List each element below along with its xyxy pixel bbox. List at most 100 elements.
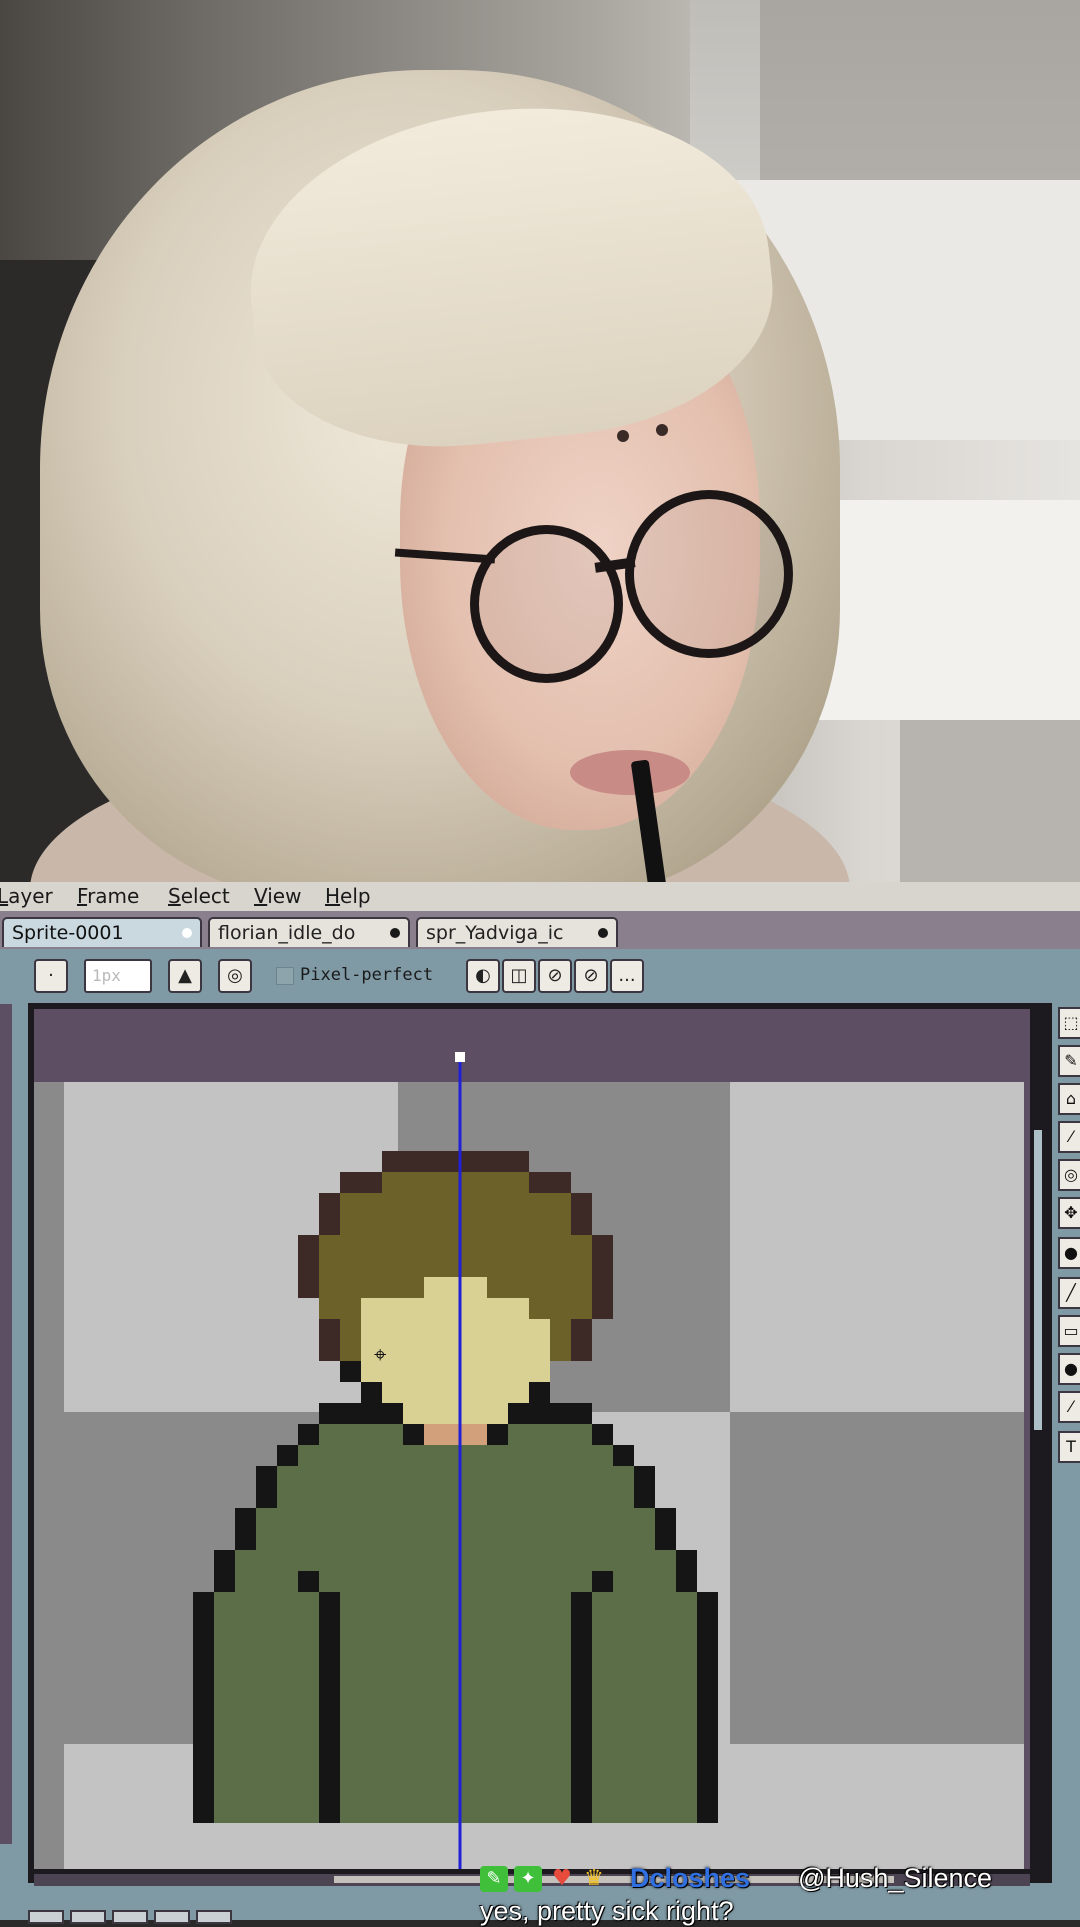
sprite-hair-outline — [592, 1235, 613, 1319]
sprite-outline — [634, 1466, 655, 1508]
sprite-outline — [298, 1424, 319, 1445]
tab-close-dot-icon[interactable] — [390, 928, 400, 938]
tool-blur[interactable]: ⁄ — [1058, 1391, 1080, 1423]
sprite-outline — [214, 1550, 235, 1592]
context-toolbar: · 1px ▲ ◎ Pixel-perfect ◐ ◫ ⊘ ⊘ ... — [0, 949, 1080, 999]
tool-fill[interactable]: ● — [1058, 1237, 1080, 1269]
sprite-hair-outline — [340, 1172, 382, 1193]
sprite-outline — [193, 1592, 214, 1823]
background-desk — [800, 500, 1080, 720]
more-options-button[interactable]: ... — [610, 959, 644, 993]
tools-panel: ⬚ ✎ ⌂ ⁄ ◎ ✥ ● ╱ ▭ ● ⁄ T — [1054, 1003, 1080, 1483]
vertical-scrollbar[interactable] — [1034, 1130, 1042, 1430]
symmetry-button[interactable]: ◫ — [502, 959, 536, 993]
line-icon: ╱ — [1066, 1283, 1076, 1302]
chat-mention: @Hush_Silence — [798, 1863, 992, 1894]
move-icon: ✥ — [1064, 1203, 1077, 1222]
text-icon: T — [1066, 1437, 1076, 1456]
piercing-dot — [617, 430, 629, 442]
brush-type-button[interactable]: · — [34, 959, 68, 993]
timeline-button[interactable] — [196, 1910, 232, 1924]
timeline-button[interactable] — [28, 1910, 64, 1924]
tab-label: florian_idle_do — [218, 922, 355, 944]
brush-size-input[interactable]: 1px — [84, 959, 152, 993]
tool-rectangle[interactable]: ▭ — [1058, 1315, 1080, 1347]
rectangle-icon: ▭ — [1063, 1321, 1078, 1340]
sprite-outline — [277, 1445, 298, 1466]
pencil-icon: ✎ — [1064, 1051, 1077, 1070]
tool-eraser[interactable]: ⌂ — [1058, 1083, 1080, 1115]
symmetry-icon: ◫ — [510, 965, 527, 986]
tab-florian-idle[interactable]: florian_idle_do — [208, 917, 410, 947]
sprite-outline — [487, 1424, 508, 1445]
menu-frame[interactable]: Frame — [77, 884, 139, 908]
ink-bottle-icon: ▲ — [178, 965, 192, 986]
eraser-icon: ⌂ — [1066, 1089, 1076, 1108]
sprite-face — [424, 1277, 487, 1298]
blur-icon: ⁄ — [1070, 1397, 1073, 1416]
zoom-icon: ◎ — [1064, 1165, 1078, 1184]
target-icon: ◎ — [227, 965, 243, 986]
tab-bar: Sprite-0001 florian_idle_do spr_Yadviga_… — [0, 911, 1080, 949]
ink-type-button[interactable]: ▲ — [168, 959, 202, 993]
sprite-outline — [676, 1550, 697, 1592]
menu-select[interactable]: Select — [168, 884, 230, 908]
pressure-button[interactable]: ⊘ — [538, 959, 572, 993]
sprite-hair-outline — [529, 1172, 571, 1193]
dynamics-button[interactable]: ◐ — [466, 959, 500, 993]
timeline-button[interactable] — [154, 1910, 190, 1924]
heart-badge-icon: ♥ — [548, 1866, 576, 1892]
fill-drop-icon: ● — [1064, 1243, 1078, 1262]
sprite-arm-line — [592, 1571, 613, 1592]
menu-help[interactable]: Help — [325, 884, 371, 908]
tab-spr-yadviga[interactable]: spr_Yadviga_ic — [416, 917, 618, 947]
tool-marquee[interactable]: ⬚ — [1058, 1007, 1080, 1039]
eyedropper-icon: ⁄ — [1070, 1127, 1073, 1146]
tab-close-dot-icon[interactable] — [598, 928, 608, 938]
tool-zoom[interactable]: ◎ — [1058, 1159, 1080, 1191]
velocity-button[interactable]: ⊘ — [574, 959, 608, 993]
sprite-face — [361, 1298, 529, 1319]
tab-close-dot-icon[interactable] — [182, 928, 192, 938]
sprite-canvas[interactable]: ⌖ — [34, 1009, 1030, 1869]
sprite-shirt — [319, 1424, 403, 1445]
sprite-hair — [340, 1319, 361, 1361]
checker-cell — [34, 1744, 64, 1869]
tool-eyedropper[interactable]: ⁄ — [1058, 1121, 1080, 1153]
menu-bar: Layer Frame Select View Help — [0, 882, 1080, 911]
sprite-hair — [319, 1298, 361, 1319]
sprite-arm-line — [298, 1571, 319, 1592]
sprite-hair-outline — [382, 1151, 529, 1172]
sprite-outline — [319, 1403, 382, 1424]
menu-view[interactable]: View — [254, 884, 301, 908]
tool-text[interactable]: T — [1058, 1431, 1080, 1463]
sprite-outline — [697, 1592, 718, 1823]
timeline-button[interactable] — [70, 1910, 106, 1924]
sprite-outline — [361, 1382, 382, 1403]
pixel-perfect-checkbox[interactable] — [276, 967, 294, 985]
opacity-button[interactable]: ◎ — [218, 959, 252, 993]
pixel-art-sprite: ⌖ — [34, 1009, 1030, 1869]
sprite-shirt — [214, 1592, 697, 1823]
timeline-button[interactable] — [112, 1910, 148, 1924]
tool-line[interactable]: ╱ — [1058, 1277, 1080, 1309]
moderator-badge-icon: ✎ — [480, 1866, 508, 1892]
sprite-outline — [655, 1508, 676, 1550]
tool-pencil[interactable]: ✎ — [1058, 1045, 1080, 1077]
symmetry-axis-handle[interactable] — [455, 1052, 465, 1062]
background-desk-side — [900, 720, 1080, 882]
sprite-neck — [424, 1424, 487, 1445]
brush-dot-icon: · — [48, 965, 54, 986]
tab-sprite-0001[interactable]: Sprite-0001 — [2, 917, 202, 947]
tool-move[interactable]: ✥ — [1058, 1197, 1080, 1229]
sprite-face — [361, 1319, 550, 1382]
tool-ellipse[interactable]: ● — [1058, 1353, 1080, 1385]
piercing-dot — [656, 424, 668, 436]
glasses-lens-right — [625, 490, 793, 658]
vip-badge-icon: ✦ — [514, 1866, 542, 1892]
sprite-outline — [613, 1445, 634, 1466]
velocity-icon: ⊘ — [583, 965, 598, 986]
menu-layer[interactable]: Layer — [0, 884, 53, 908]
blob-icon: ● — [1064, 1359, 1078, 1378]
checker-cell — [730, 1412, 1024, 1744]
